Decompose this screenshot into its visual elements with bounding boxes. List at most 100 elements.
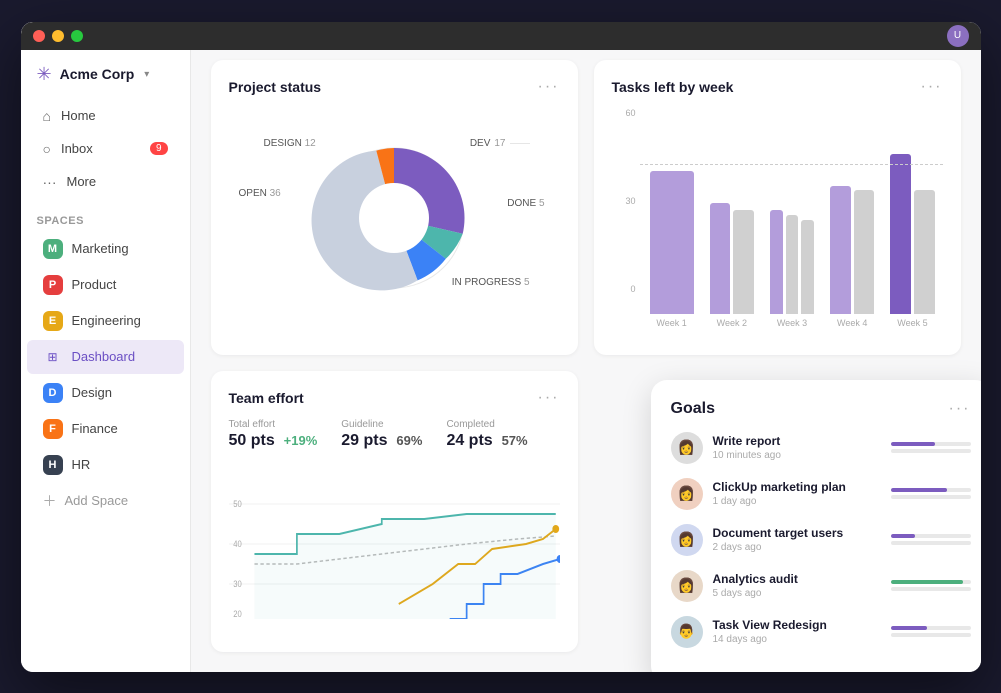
- bar-w1-1: [650, 171, 694, 314]
- company-logo: ✳: [37, 64, 52, 85]
- sidebar: ✳ Acme Corp ▾ ⌂ Home ○ Inbox 9 ··· More …: [21, 22, 191, 672]
- space-engineering[interactable]: E Engineering: [27, 304, 184, 338]
- progress-fill-0: [891, 442, 935, 446]
- space-design[interactable]: D Design: [27, 376, 184, 410]
- nav-label-home: Home: [61, 108, 96, 123]
- goal-name-4: Task View Redesign: [713, 618, 881, 632]
- bar-group-week2: [702, 203, 762, 314]
- goal-item-1: 👩 ClickUp marketing plan 1 day ago: [671, 478, 971, 510]
- title-bar: U: [21, 22, 981, 50]
- add-icon: ＋: [43, 491, 57, 511]
- area-fill: [254, 514, 555, 619]
- goal-avatar-0: 👩: [671, 432, 703, 464]
- x-labels: Week 1 Week 2 Week 3 Week 4 Week 5: [612, 318, 943, 328]
- progress-bg-4b: [891, 633, 971, 637]
- maximize-button[interactable]: [71, 30, 83, 42]
- space-dot-hr: H: [43, 455, 63, 475]
- completed-pct: 57%: [502, 433, 528, 448]
- nav-item-more[interactable]: ··· More: [27, 166, 184, 198]
- team-effort-title: Team effort: [229, 390, 304, 406]
- svg-text:40: 40: [233, 538, 242, 549]
- goal-progress-4: [891, 626, 971, 637]
- pie-chart-container: DEV 17 DONE 5 IN PROGRESS 5 OPEN 36 DESI…: [229, 108, 560, 328]
- nav-item-inbox[interactable]: ○ Inbox 9: [27, 133, 184, 165]
- bar-w3-3: [801, 220, 814, 314]
- goals-card: Goals ··· 👩 Write report 10 minutes ago …: [651, 380, 981, 672]
- space-product[interactable]: P Product: [27, 268, 184, 302]
- nav-label-more: More: [67, 174, 97, 189]
- progress-bg-2: [891, 534, 971, 538]
- goal-time-2: 2 days ago: [713, 542, 881, 553]
- goal-info-3: Analytics audit 5 days ago: [713, 572, 881, 599]
- total-effort-value: 50 pts +19%: [229, 432, 318, 450]
- project-status-title: Project status: [229, 79, 322, 95]
- team-effort-more-button[interactable]: ···: [538, 389, 560, 407]
- space-label-finance: Finance: [72, 421, 118, 436]
- goals-more-button[interactable]: ···: [949, 400, 971, 418]
- goal-time-3: 5 days ago: [713, 588, 881, 599]
- inbox-badge: 9: [150, 142, 168, 155]
- effort-stats: Total effort 50 pts +19% Guideline 29 pt…: [229, 419, 560, 450]
- space-dot-dashboard: ⊞: [43, 347, 63, 367]
- goals-header: Goals ···: [671, 400, 971, 418]
- progress-fill-4: [891, 626, 927, 630]
- chevron-down-icon: ▾: [144, 69, 149, 80]
- pie-label-open: OPEN 36: [239, 188, 281, 199]
- bar-chart: 60 30 0: [612, 108, 943, 328]
- add-space-label: Add Space: [65, 493, 129, 508]
- space-finance[interactable]: F Finance: [27, 412, 184, 446]
- goal-avatar-2: 👩: [671, 524, 703, 556]
- space-dot-finance: F: [43, 419, 63, 439]
- tasks-by-week-card: Tasks left by week ··· 60 30 0: [594, 60, 961, 356]
- goal-avatar-3: 👩: [671, 570, 703, 602]
- goals-title: Goals: [671, 400, 715, 418]
- tasks-title: Tasks left by week: [612, 79, 734, 95]
- bar-w2-1: [710, 203, 731, 314]
- goal-progress-1: [891, 488, 971, 499]
- goal-name-2: Document target users: [713, 526, 881, 540]
- add-space-button[interactable]: ＋ Add Space: [27, 484, 184, 518]
- space-marketing[interactable]: M Marketing: [27, 232, 184, 266]
- user-avatar[interactable]: U: [947, 25, 969, 47]
- progress-fill-2: [891, 534, 915, 538]
- goal-info-1: ClickUp marketing plan 1 day ago: [713, 480, 881, 507]
- pie-label-inprogress: IN PROGRESS 5: [452, 277, 530, 288]
- pie-center: [359, 183, 429, 253]
- space-hr[interactable]: H HR: [27, 448, 184, 482]
- guideline-label: Guideline: [341, 419, 422, 430]
- svg-text:30: 30: [233, 578, 242, 589]
- project-status-more-button[interactable]: ···: [538, 78, 560, 96]
- bar-group-week1: [642, 171, 702, 314]
- project-status-header: Project status ···: [229, 78, 560, 96]
- progress-bg-4: [891, 626, 971, 630]
- space-label-engineering: Engineering: [72, 313, 141, 328]
- progress-bg-2b: [891, 541, 971, 545]
- goal-info-4: Task View Redesign 14 days ago: [713, 618, 881, 645]
- space-dashboard[interactable]: ⊞ Dashboard: [27, 340, 184, 374]
- x-label-week3: Week 3: [762, 318, 822, 328]
- company-header[interactable]: ✳ Acme Corp ▾: [21, 50, 190, 95]
- y-label-0: 0: [630, 284, 635, 294]
- goal-item-3: 👩 Analytics audit 5 days ago: [671, 570, 971, 602]
- space-dot-design: D: [43, 383, 63, 403]
- tasks-more-button[interactable]: ···: [921, 78, 943, 96]
- pie-label-done: DONE 5: [507, 198, 544, 209]
- space-label-hr: HR: [72, 457, 91, 472]
- close-button[interactable]: [33, 30, 45, 42]
- space-dot-engineering: E: [43, 311, 63, 331]
- bar-group-week4: [822, 186, 882, 314]
- svg-text:20: 20: [233, 608, 242, 619]
- x-label-week2: Week 2: [702, 318, 762, 328]
- dot-blue: [556, 555, 559, 563]
- goal-progress-2: [891, 534, 971, 545]
- nav-item-home[interactable]: ⌂ Home: [27, 100, 184, 132]
- bar-w2-2: [733, 210, 754, 313]
- project-status-card: Project status ···: [211, 60, 578, 356]
- minimize-button[interactable]: [52, 30, 64, 42]
- progress-bg-0b: [891, 449, 971, 453]
- tasks-header: Tasks left by week ···: [612, 78, 943, 96]
- total-effort-change: +19%: [284, 433, 318, 448]
- total-effort-stat: Total effort 50 pts +19%: [229, 419, 318, 450]
- goal-name-3: Analytics audit: [713, 572, 881, 586]
- line-chart-svg: 50 40 30 20: [229, 464, 560, 619]
